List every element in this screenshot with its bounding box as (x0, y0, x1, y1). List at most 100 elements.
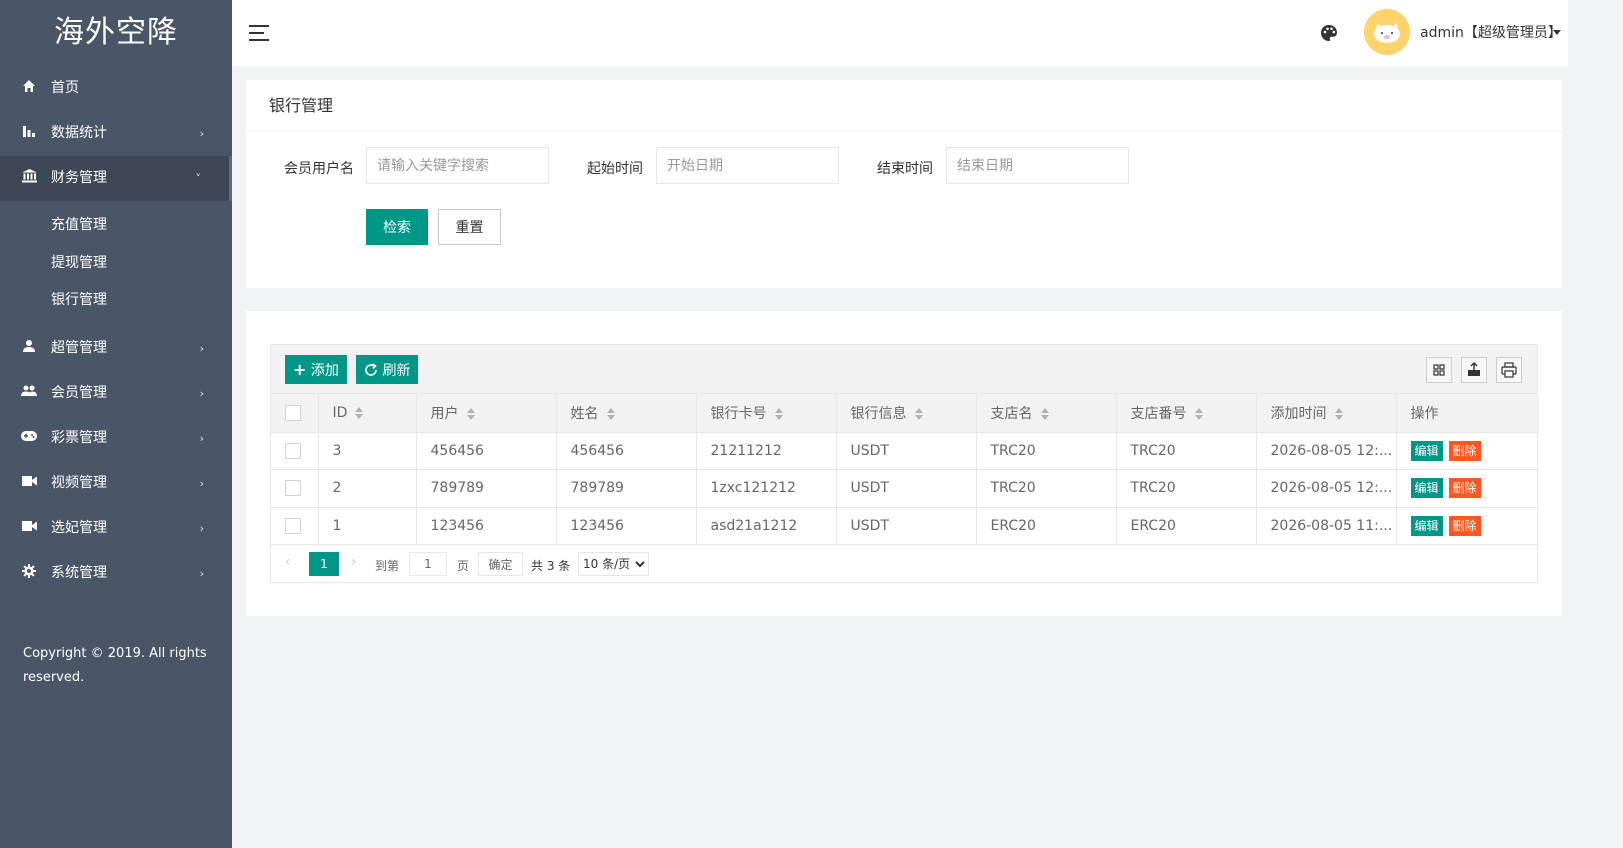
username-search-input[interactable] (366, 147, 549, 184)
search-card: 银行管理 会员用户名 起始时间 结束时间 检索 重置 (246, 80, 1562, 288)
user-name[interactable]: admin【超级管理员】 (1420, 22, 1562, 42)
export-icon[interactable] (1461, 357, 1487, 383)
sort-icon[interactable] (774, 407, 784, 420)
start-date-input[interactable] (656, 147, 839, 184)
column-header-bank[interactable]: 银行信息 (836, 394, 977, 433)
sidebar-item-finance[interactable]: 财务管理 ˅ (0, 156, 232, 201)
sidebar-subitem-recharge[interactable]: 充值管理 (0, 207, 232, 245)
username-label: 会员用户名 (284, 161, 354, 177)
sidebar-item-system[interactable]: 系统管理 › (0, 551, 232, 596)
sort-icon[interactable] (914, 407, 924, 420)
sidebar-item-lottery[interactable]: 彩票管理 › (0, 416, 232, 461)
sidebar-subitem-bank[interactable]: 银行管理 (0, 282, 232, 320)
column-header-user[interactable]: 用户 (416, 394, 557, 433)
sidebar-subitem-withdraw[interactable]: 提现管理 (0, 245, 232, 283)
goto-page-input[interactable] (409, 552, 447, 576)
sidebar-item-videos[interactable]: 视频管理 › (0, 461, 232, 506)
plus-icon: + (293, 359, 307, 379)
bank-table: ID 用户 姓名 银行卡号 银行信息 支店名 支店番号 添加时间 操作 3 45… (271, 394, 1539, 545)
delete-button[interactable]: 删除 (1448, 478, 1481, 499)
goto-label: 到第 (375, 559, 400, 573)
finance-submenu: 充值管理 提现管理 银行管理 (0, 201, 232, 326)
sidebar-item-superadmin[interactable]: 超管管理 › (0, 326, 232, 371)
add-button[interactable]: + 添加 (285, 355, 347, 384)
goto-confirm-button[interactable]: 确定 (478, 552, 523, 576)
end-date-input[interactable] (946, 147, 1129, 184)
avatar[interactable] (1364, 9, 1410, 55)
sidebar-item-label: 会员管理 (51, 384, 107, 401)
refresh-button[interactable]: 刷新 (356, 355, 419, 384)
columns-icon[interactable] (1426, 357, 1452, 383)
sort-icon[interactable] (1194, 407, 1204, 420)
column-header-branch-no[interactable]: 支店番号 (1116, 394, 1257, 433)
search-button[interactable]: 检索 (366, 209, 428, 245)
sort-icon[interactable] (355, 406, 364, 419)
sidebar-item-label: 系统管理 (51, 564, 107, 581)
cell-branch-no: ERC20 (1116, 507, 1257, 545)
cell-id: 3 (318, 432, 417, 470)
chevron-right-icon: › (199, 341, 204, 355)
top-header: admin【超级管理员】 (232, 0, 1568, 66)
video-icon (21, 461, 37, 506)
select-all-cell (271, 394, 319, 433)
cell-time: 2026-08-05 12:... (1256, 469, 1397, 508)
column-header-branch[interactable]: 支店名 (976, 394, 1117, 433)
column-header-card[interactable]: 银行卡号 (696, 394, 837, 433)
cell-user: 456456 (416, 432, 557, 470)
select-all-checkbox[interactable] (285, 404, 301, 421)
table-row: 2 789789 789789 1zxc121212 USDT TRC20 TR… (271, 469, 1539, 508)
sidebar-item-home[interactable]: 首页 (0, 66, 232, 111)
chevron-right-icon: › (199, 566, 204, 580)
cell-bank: USDT (836, 507, 977, 545)
table-row: 3 456456 456456 21211212 USDT TRC20 TRC2… (271, 432, 1539, 470)
column-header-time[interactable]: 添加时间 (1256, 394, 1397, 433)
chevron-right-icon: › (199, 476, 204, 490)
edit-button[interactable]: 编辑 (1410, 515, 1443, 536)
row-checkbox[interactable] (285, 442, 301, 459)
sort-icon[interactable] (1334, 407, 1344, 420)
next-page-icon[interactable]: › (351, 554, 357, 570)
sort-icon[interactable] (466, 407, 476, 420)
pagination: ‹ 1 › 到第 页 确定 共 3 条 10 条/页 (271, 545, 1537, 582)
cell-branch-no: TRC20 (1116, 469, 1257, 508)
sidebar-item-label: 视频管理 (51, 474, 107, 491)
cell-time: 2026-08-05 12:... (1256, 432, 1397, 470)
sort-icon[interactable] (606, 407, 616, 420)
edit-button[interactable]: 编辑 (1410, 440, 1443, 461)
palette-icon[interactable] (1319, 23, 1339, 43)
chevron-right-icon: › (199, 521, 204, 535)
row-checkbox[interactable] (285, 480, 301, 497)
chevron-right-icon: › (199, 431, 204, 445)
page-size-select[interactable]: 10 条/页 (578, 552, 649, 576)
sidebar-item-stats[interactable]: 数据统计 › (0, 111, 232, 156)
delete-button[interactable]: 删除 (1448, 440, 1481, 461)
gamepad-icon (21, 416, 37, 461)
sidebar-item-label: 财务管理 (51, 170, 107, 186)
cell-branch: TRC20 (976, 469, 1117, 508)
print-icon[interactable] (1496, 357, 1522, 383)
sidebar-item-members[interactable]: 会员管理 › (0, 371, 232, 416)
reset-button[interactable]: 重置 (438, 209, 501, 245)
menu-toggle-icon[interactable] (249, 25, 269, 41)
cell-bank: USDT (836, 432, 977, 470)
row-checkbox[interactable] (285, 517, 301, 534)
delete-button[interactable]: 删除 (1448, 515, 1481, 536)
bar-chart-icon (21, 111, 37, 156)
video-icon (21, 506, 37, 551)
sort-icon[interactable] (1040, 407, 1050, 420)
prev-page-icon[interactable]: ‹ (285, 554, 291, 570)
users-icon (21, 371, 37, 416)
column-header-name[interactable]: 姓名 (556, 394, 697, 433)
edit-button[interactable]: 编辑 (1410, 478, 1443, 499)
cell-card: 21211212 (696, 432, 837, 470)
column-header-id[interactable]: ID (318, 394, 417, 433)
column-header-actions: 操作 (1396, 394, 1539, 433)
sidebar-item-label: 首页 (51, 80, 79, 96)
table-header-row: ID 用户 姓名 银行卡号 银行信息 支店名 支店番号 添加时间 操作 (271, 394, 1539, 433)
current-page-button[interactable]: 1 (309, 552, 339, 576)
table-card: + 添加 刷新 ID 用户 姓名 银行卡号 银行信息 支店名 支店番号 添加时间… (246, 311, 1562, 616)
sidebar-item-selection[interactable]: 选妃管理 › (0, 506, 232, 551)
caret-down-icon[interactable] (1553, 30, 1561, 35)
cell-time: 2026-08-05 11:... (1256, 507, 1397, 545)
cell-user: 789789 (416, 469, 557, 508)
